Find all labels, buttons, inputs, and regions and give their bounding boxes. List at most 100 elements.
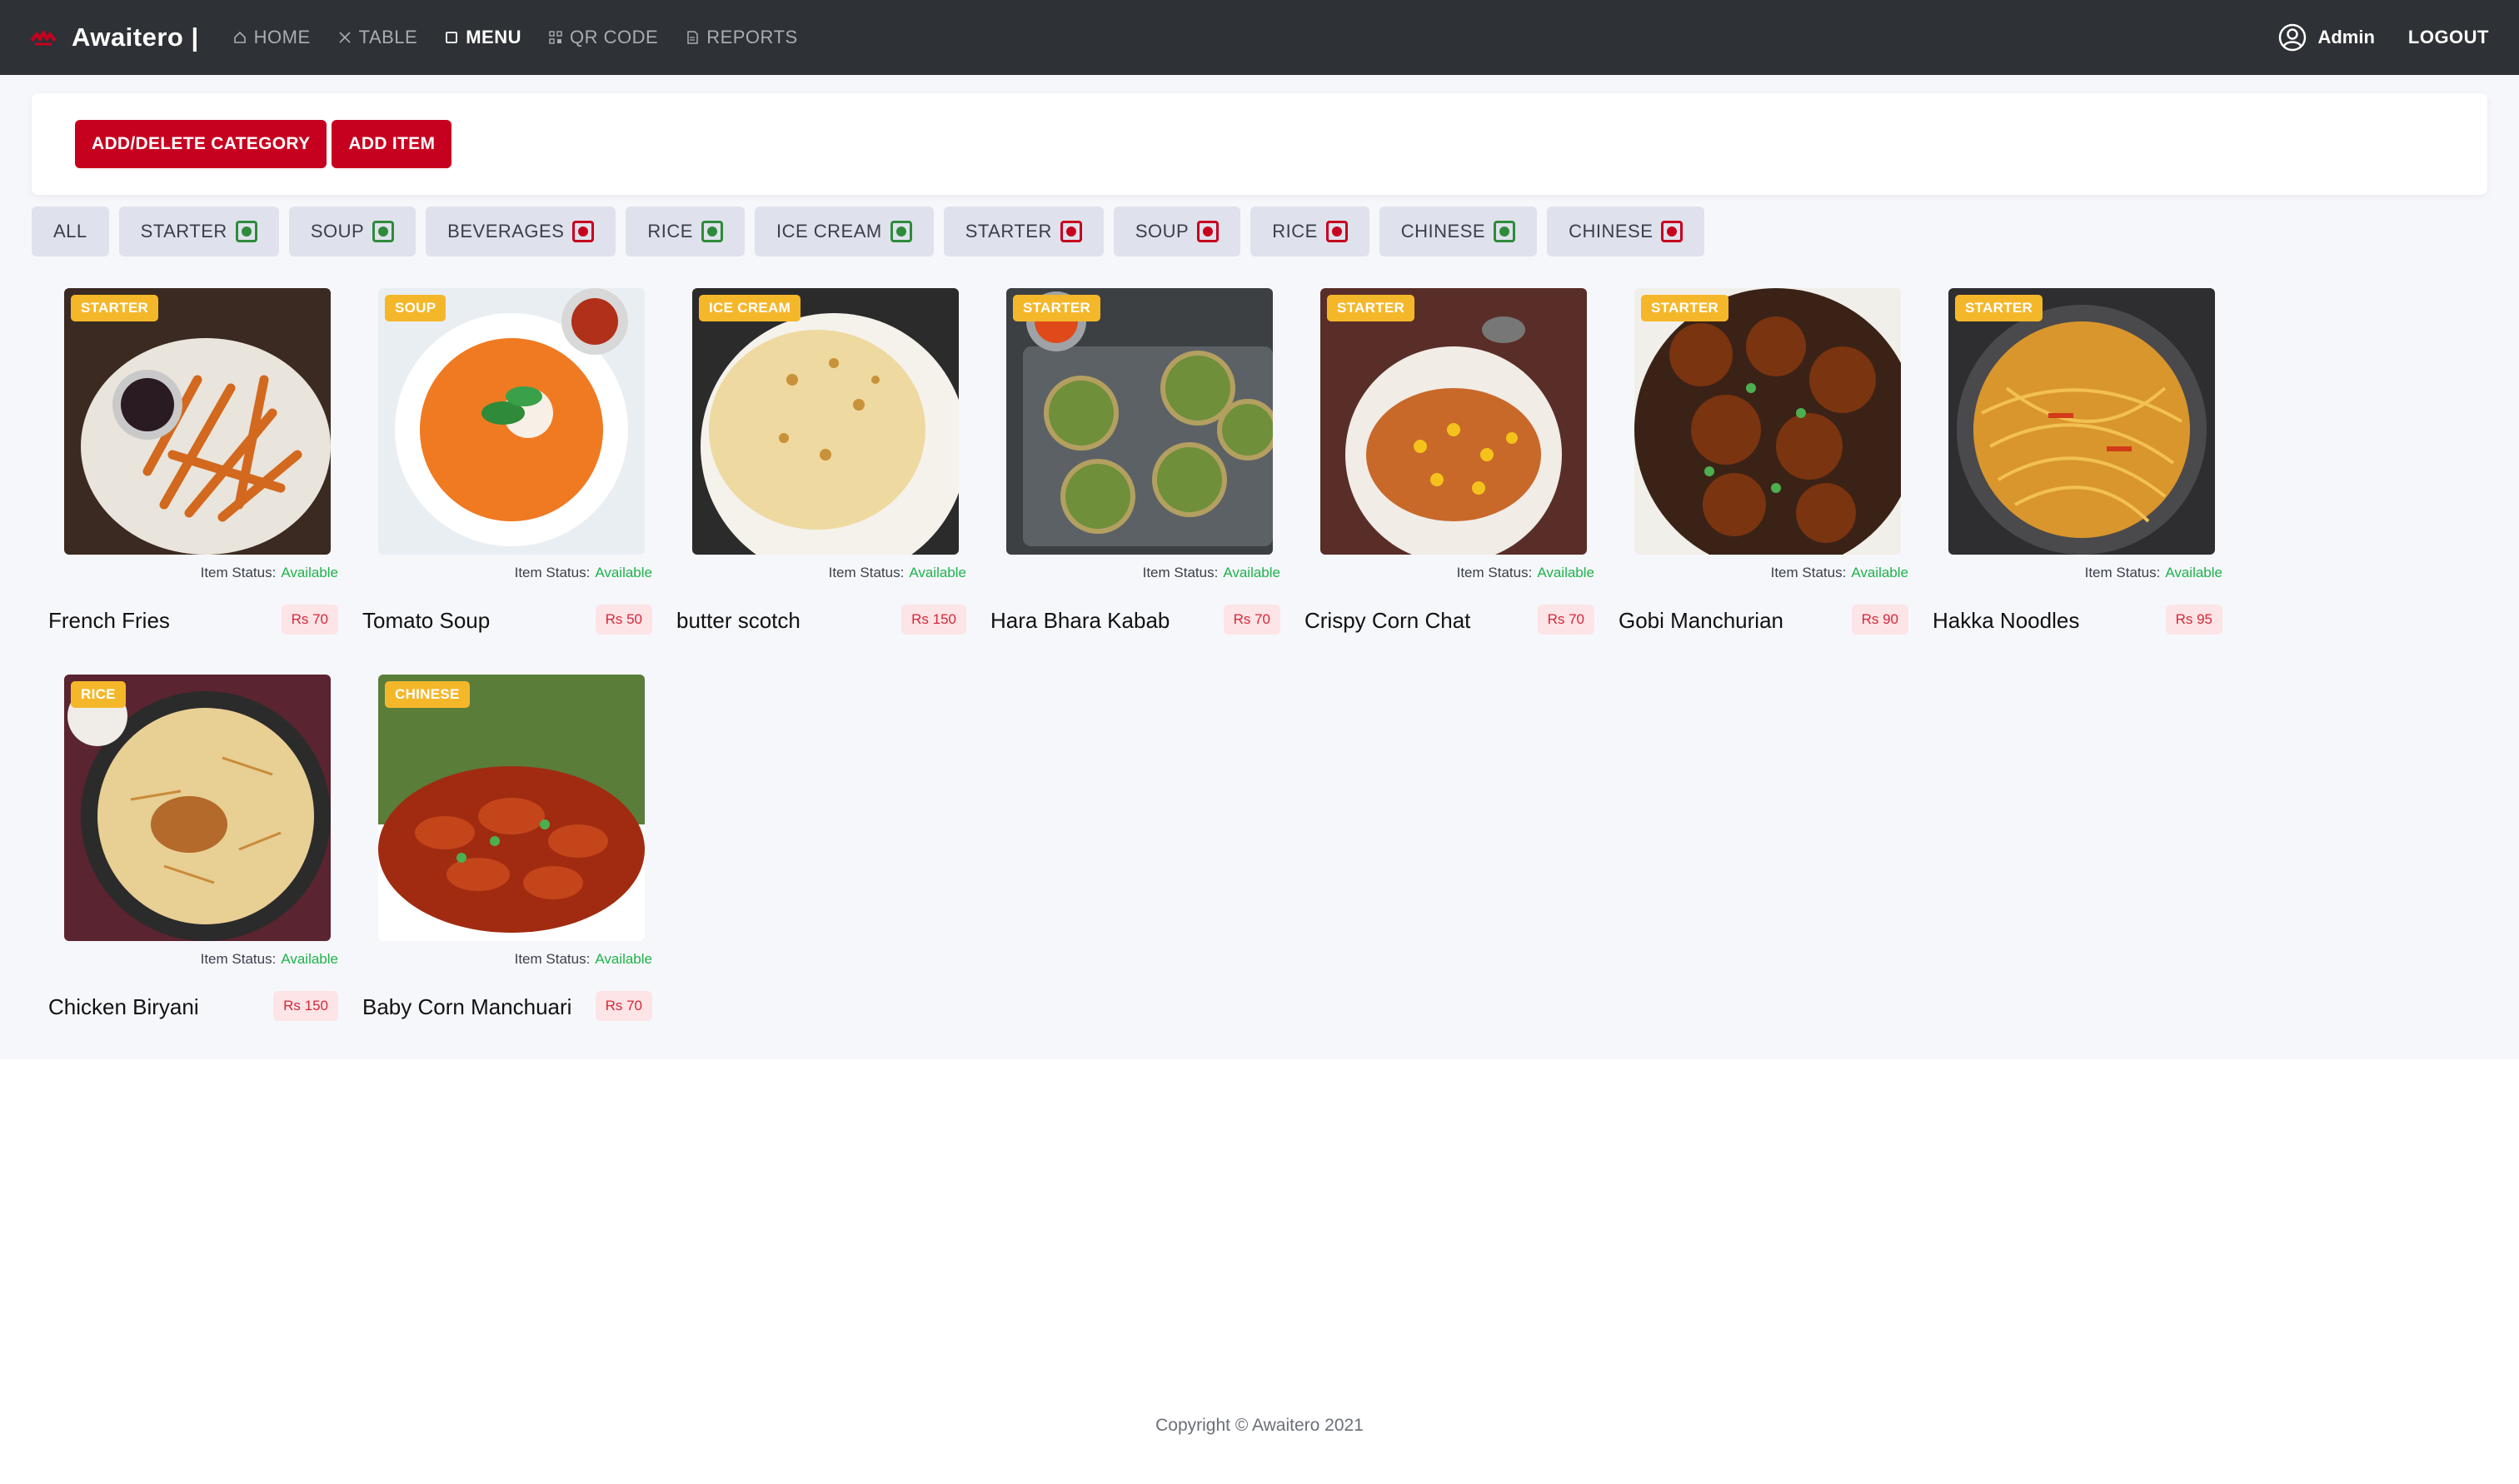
menu-item-card[interactable]: STARTER Item Status: Available Crispy Corn …: [1304, 288, 1606, 655]
menu-item-card[interactable]: STARTER Item Status: Available Gobi Manchur…: [1619, 288, 1920, 655]
add-item-button[interactable]: ADD ITEM: [332, 120, 452, 168]
category-chip-label: RICE: [1272, 221, 1318, 242]
item-status: Item Status: Available: [515, 951, 652, 968]
food-photo: [1006, 288, 1273, 555]
nav-home-label: HOME: [253, 27, 311, 47]
brand-logo-icon: [30, 31, 57, 46]
nav-menu[interactable]: MENU: [444, 27, 521, 48]
menu-item-name: Baby Corn Manchuari: [362, 994, 572, 1019]
nonveg-indicator-icon: [1661, 221, 1683, 242]
menu-item-card[interactable]: RICE Item Status: Available Chicken Biryani…: [48, 675, 350, 1041]
item-status: Item Status: Available: [1143, 565, 1280, 581]
item-status-value: Available: [595, 565, 652, 580]
food-photo: [64, 675, 331, 941]
nav-right: Admin LOGOUT: [2277, 22, 2489, 52]
book-icon: [446, 32, 458, 43]
nav-menu-label: MENU: [466, 27, 521, 47]
category-chip-label: ICE CREAM: [776, 221, 882, 242]
item-status-value: Available: [595, 951, 652, 967]
nonveg-indicator-icon: [572, 221, 595, 242]
item-status: Item Status: Available: [2085, 565, 2222, 581]
nav-reports[interactable]: REPORTS: [685, 27, 797, 48]
category-badge: CHINESE: [385, 681, 470, 708]
category-chip[interactable]: STARTER: [943, 207, 1104, 256]
menu-item-card[interactable]: STARTER Item Status: Available Hara Bhara K…: [990, 288, 1292, 655]
category-chip[interactable]: ALL: [32, 207, 109, 256]
price-badge: Rs 70: [281, 605, 338, 635]
item-status-label: Item Status:: [1456, 565, 1533, 580]
category-badge: SOUP: [385, 295, 446, 321]
item-status-value: Available: [1851, 565, 1908, 580]
menu-item-image[interactable]: STARTER: [64, 288, 331, 555]
category-badge: STARTER: [1955, 295, 2043, 321]
category-chip[interactable]: RICE: [1250, 207, 1369, 256]
item-status-label: Item Status:: [1770, 565, 1847, 580]
category-chip-label: CHINESE: [1569, 221, 1654, 242]
menu-item-card[interactable]: ICE CREAM Item Status: Available butter sco…: [676, 288, 978, 655]
menu-item-image[interactable]: SOUP: [378, 288, 645, 555]
item-status-value: Available: [1537, 565, 1594, 580]
admin-label: Admin: [2317, 27, 2375, 47]
menu-item-image[interactable]: STARTER: [1006, 288, 1273, 555]
menu-item-card[interactable]: STARTER Item Status: Available Hakka Noodle…: [1933, 288, 2234, 655]
food-photo: [64, 288, 331, 555]
brand[interactable]: Awaitero |: [30, 22, 199, 52]
category-chip-label: SOUP: [310, 221, 365, 242]
cutlery-icon: [339, 32, 351, 43]
item-status-label: Item Status:: [2084, 565, 2161, 580]
veg-indicator-icon: [372, 221, 395, 242]
item-status: Item Status: Available: [829, 565, 966, 581]
menu-item-image[interactable]: ICE CREAM: [692, 288, 959, 555]
menu-item-card[interactable]: STARTER Item Status: Available French Fries…: [48, 288, 350, 655]
item-status-value: Available: [909, 565, 966, 580]
logout-button[interactable]: LOGOUT: [2408, 27, 2489, 48]
category-chip-label: SOUP: [1135, 221, 1190, 242]
food-photo: [1948, 288, 2215, 555]
category-chip-label: RICE: [647, 221, 693, 242]
category-chip[interactable]: ICE CREAM: [754, 207, 934, 256]
menu-item-name: Crispy Corn Chat: [1304, 608, 1471, 633]
admin-profile[interactable]: Admin: [2277, 22, 2375, 52]
nav-table[interactable]: TABLE: [337, 27, 418, 48]
add-delete-category-button[interactable]: ADD/DELETE CATEGORY: [75, 120, 327, 168]
menu-item-image[interactable]: STARTER: [1948, 288, 2215, 555]
price-badge: Rs 150: [273, 991, 338, 1021]
menu-item-card[interactable]: CHINESE Item Status: Available Baby Corn Ma…: [362, 675, 664, 1041]
item-status: Item Status: Available: [515, 565, 652, 581]
nav-qr-code-label: QR CODE: [570, 27, 659, 47]
menu-item-name: Hakka Noodles: [1933, 608, 2080, 633]
brand-name: Awaitero |: [72, 22, 199, 52]
category-filter-bar: ALL STARTER SOUP BEVERAGES RICE ICE CREAM STAR…: [32, 207, 1705, 256]
item-status-label: Item Status:: [200, 565, 277, 580]
nav-home[interactable]: HOME: [232, 27, 311, 48]
menu-item-image[interactable]: STARTER: [1634, 288, 1901, 555]
item-status: Item Status: Available: [201, 951, 338, 968]
price-badge: Rs 70: [595, 991, 652, 1021]
menu-item-name: Tomato Soup: [362, 608, 491, 633]
price-badge: Rs 50: [595, 605, 652, 635]
menu-item-image[interactable]: CHINESE: [378, 675, 645, 941]
food-photo: [1320, 288, 1587, 555]
price-badge: Rs 70: [1537, 605, 1594, 635]
report-icon: [687, 31, 698, 44]
category-chip[interactable]: SOUP: [288, 207, 417, 256]
nav-qr-code[interactable]: QR CODE: [548, 27, 658, 48]
category-chip[interactable]: CHINESE: [1547, 207, 1705, 256]
category-chip[interactable]: BEVERAGES: [426, 207, 616, 256]
category-chip[interactable]: SOUP: [1113, 207, 1241, 256]
item-status-label: Item Status:: [828, 565, 905, 580]
category-chip[interactable]: RICE: [626, 207, 745, 256]
category-chip[interactable]: CHINESE: [1379, 207, 1538, 256]
menu-item-image[interactable]: STARTER: [1320, 288, 1587, 555]
veg-indicator-icon: [235, 221, 257, 242]
menu-toolbar: ADD/DELETE CATEGORY ADD ITEM: [32, 93, 2487, 195]
menu-item-card[interactable]: SOUP Item Status: Available Tomato Soup Rs 5…: [362, 288, 664, 655]
category-chip[interactable]: STARTER: [118, 207, 279, 256]
nav-table-label: TABLE: [358, 27, 418, 47]
veg-indicator-icon: [1494, 221, 1516, 242]
menu-item-image[interactable]: RICE: [64, 675, 331, 941]
category-chip-label: CHINESE: [1400, 221, 1486, 242]
user-circle-icon: [2279, 23, 2307, 52]
nav-links: HOME TABLE MENU QR CODE REPORTS: [232, 27, 798, 48]
price-badge: Rs 150: [901, 605, 966, 635]
